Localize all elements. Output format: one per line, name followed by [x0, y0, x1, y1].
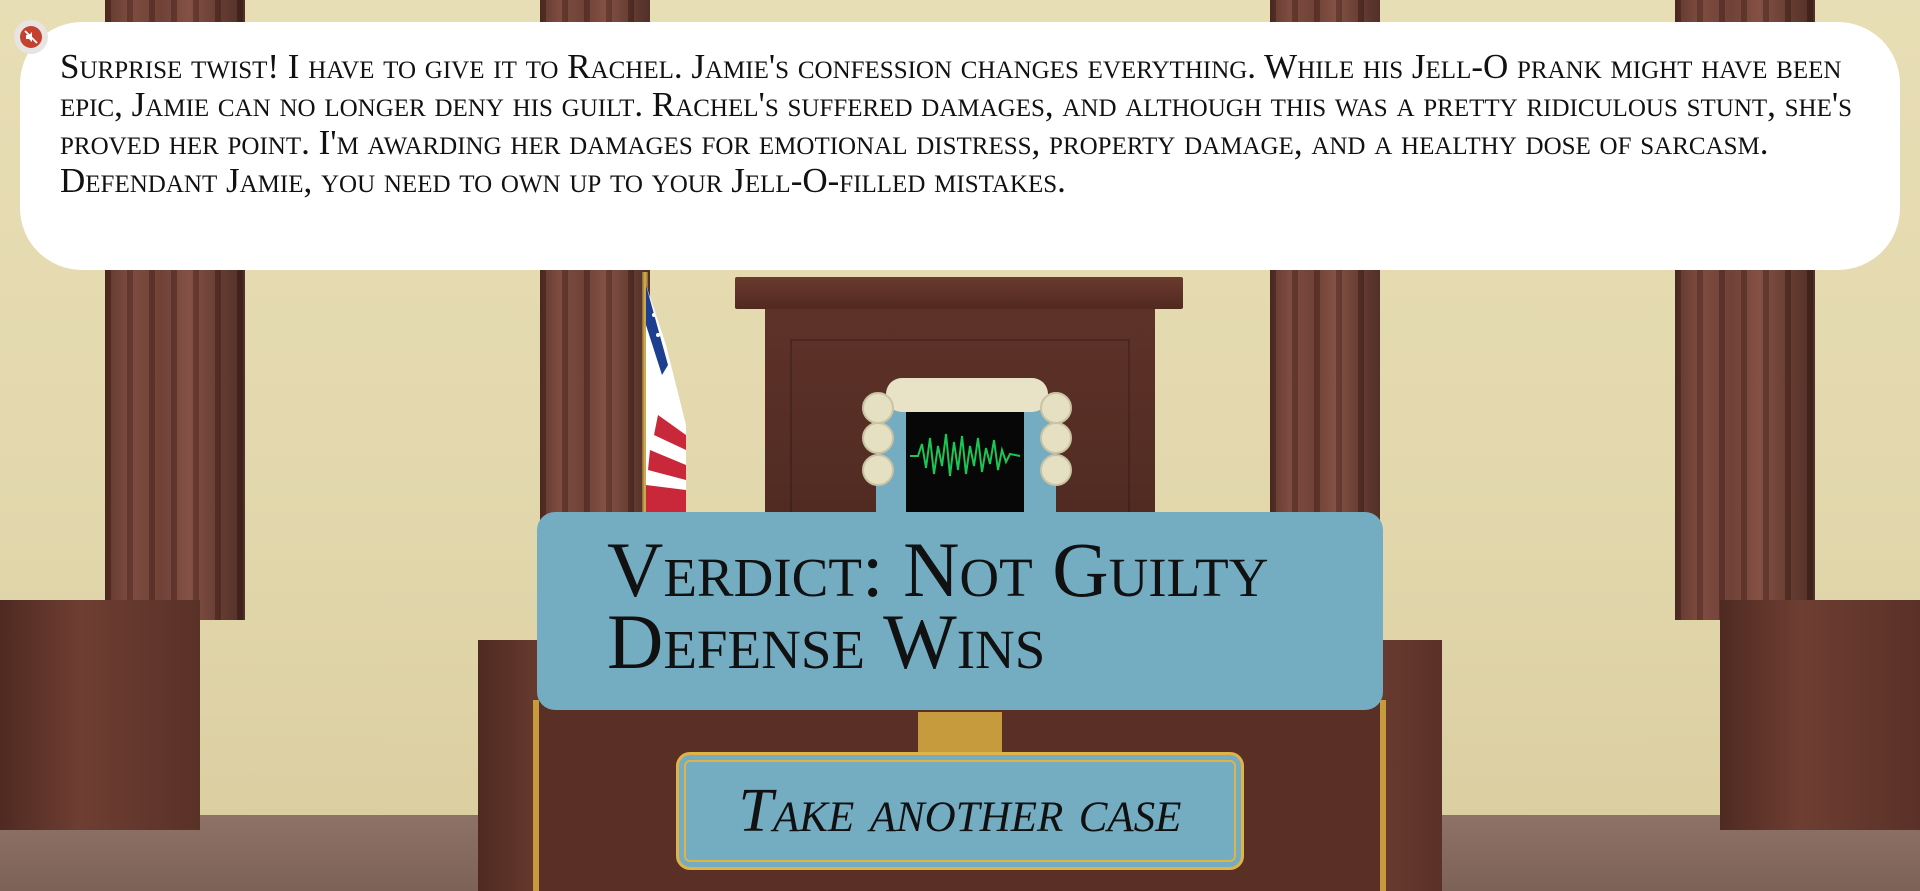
take-another-case-button[interactable]: Take another case	[676, 752, 1244, 870]
column-base-left-outer	[0, 600, 200, 830]
mute-button[interactable]	[14, 20, 48, 54]
bench-top	[735, 277, 1183, 309]
american-flag	[646, 285, 686, 512]
verdict-panel: Verdict: Not Guilty Defense Wins	[537, 512, 1383, 710]
judge-speech-bubble: Surprise twist! I have to give it to Rac…	[20, 22, 1900, 270]
mute-icon	[20, 26, 42, 48]
verdict-winner: Defense Wins	[607, 598, 1046, 685]
verdict-title: Verdict: Not Guilty	[607, 526, 1269, 613]
column-base-right-outer	[1720, 600, 1920, 830]
judge-speech-text: Surprise twist! I have to give it to Rac…	[60, 47, 1853, 200]
robot-judge	[858, 376, 1076, 524]
take-another-case-label: Take another case	[738, 776, 1182, 845]
